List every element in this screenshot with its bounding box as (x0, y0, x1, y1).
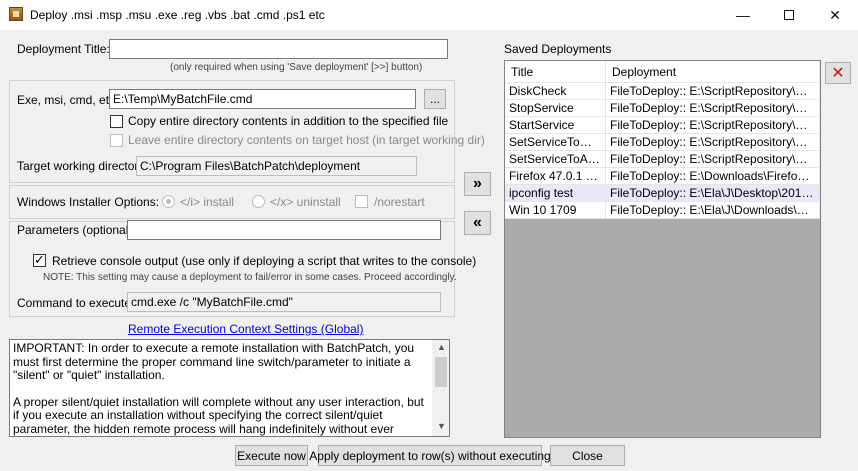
retrieve-output-checkbox[interactable] (33, 252, 46, 268)
table-row[interactable]: StartService FileToDeploy:: E:\ScriptRepo… (505, 117, 820, 134)
table-row[interactable]: Firefox 47.0.1 (x64) FileToDeploy:: E:\Do… (505, 168, 820, 185)
saved-deployments-label: Saved Deployments (504, 42, 612, 56)
install-radio[interactable] (162, 195, 175, 208)
install-radio-label: </i> install (180, 195, 235, 209)
parameters-input[interactable] (127, 220, 441, 240)
uninstall-radio[interactable] (252, 195, 265, 208)
cell-title[interactable]: Win 10 1709 (505, 202, 606, 218)
deployment-title-note: (only required when using 'Save deployme… (170, 62, 423, 73)
minimize-button[interactable]: — (720, 0, 766, 30)
cell-deployment[interactable]: FileToDeploy:: E:\ScriptRepository\Start… (606, 117, 820, 133)
copy-dir-label: Copy entire directory contents in additi… (128, 114, 449, 128)
close-button[interactable]: Close (550, 445, 625, 466)
cell-title[interactable]: Firefox 47.0.1 (x64) (505, 168, 606, 184)
exe-path-input[interactable]: E:\Temp\MyBatchFile.cmd (109, 89, 416, 109)
norestart-checkbox[interactable] (355, 195, 368, 208)
cell-deployment[interactable]: FileToDeploy:: E:\ScriptRepository\SetSe… (606, 134, 820, 150)
execute-now-button[interactable]: Execute now (235, 445, 308, 466)
table-row[interactable]: DiskCheck FileToDeploy:: E:\ScriptReposit… (505, 83, 820, 100)
deployment-title-label: Deployment Title: (17, 42, 110, 56)
cell-title[interactable]: SetServiceToMa... (505, 134, 606, 150)
cell-deployment[interactable]: FileToDeploy:: E:\Ela\J\Desktop\201708..… (606, 185, 820, 201)
cell-title[interactable]: ipconfig test (505, 185, 606, 201)
grid-header: Title Deployment (505, 61, 820, 83)
cell-deployment[interactable]: FileToDeploy:: E:\Downloads\Firefox Set.… (606, 168, 820, 184)
cell-title[interactable]: DiskCheck (505, 83, 606, 99)
leave-dir-checkbox[interactable] (110, 134, 123, 147)
scroll-thumb[interactable] (435, 357, 447, 387)
table-row[interactable]: StopService FileToDeploy:: E:\ScriptRepos… (505, 100, 820, 117)
column-header-title[interactable]: Title (505, 61, 606, 82)
save-deployment-button[interactable]: » (464, 172, 491, 196)
apply-deployment-button[interactable]: Apply deployment to row(s) without execu… (309, 445, 551, 466)
info-scrollbar[interactable]: ▲ ▼ (432, 340, 449, 436)
cell-deployment[interactable]: FileToDeploy:: E:\ScriptRepository\SetSe… (606, 151, 820, 167)
info-paragraph: IMPORTANT: In order to execute a remote … (13, 341, 415, 382)
retrieve-output-note: NOTE: This setting may cause a deploymen… (43, 272, 457, 283)
scroll-down-icon[interactable]: ▼ (433, 420, 449, 435)
cell-title[interactable]: SetServiceToAut... (505, 151, 606, 167)
deployment-title-input[interactable] (109, 39, 448, 59)
column-header-deployment[interactable]: Deployment (606, 61, 820, 82)
window-title: Deploy .msi .msp .msu .exe .reg .vbs .ba… (30, 8, 325, 22)
info-paragraph: A proper silent/quiet installation will … (13, 394, 424, 436)
cell-deployment[interactable]: FileToDeploy:: E:\Ela\J\Downloads\App... (606, 202, 820, 218)
browse-button[interactable]: ... (424, 89, 446, 109)
cell-deployment[interactable]: FileToDeploy:: E:\ScriptRepository\StopS… (606, 100, 820, 116)
saved-deployments-grid[interactable]: Title Deployment DiskCheck FileToDeploy::… (504, 60, 821, 438)
scroll-up-icon[interactable]: ▲ (433, 341, 449, 356)
command-label: Command to execute: (17, 296, 135, 310)
copy-dir-checkbox[interactable] (110, 115, 123, 128)
table-row[interactable]: Win 10 1709 FileToDeploy:: E:\Ela\J\Downl… (505, 202, 820, 219)
norestart-label: /norestart (374, 195, 425, 209)
load-deployment-button[interactable]: « (464, 211, 491, 235)
working-dir-input[interactable]: C:\Program Files\BatchPatch\deployment (136, 156, 417, 176)
cell-title[interactable]: StartService (505, 117, 606, 133)
table-row[interactable]: SetServiceToMa... FileToDeploy:: E:\Scrip… (505, 134, 820, 151)
leave-dir-label: Leave entire directory contents on targe… (128, 133, 485, 147)
app-icon (9, 7, 23, 21)
parameters-label: Parameters (optional): (17, 223, 136, 237)
working-dir-label: Target working directory: (17, 159, 148, 173)
cell-deployment[interactable]: FileToDeploy:: E:\ScriptRepository\DiskC… (606, 83, 820, 99)
cell-title[interactable]: StopService (505, 100, 606, 116)
table-row[interactable]: SetServiceToAut... FileToDeploy:: E:\Scri… (505, 151, 820, 168)
retrieve-output-label: Retrieve console output (use only if dep… (52, 254, 477, 268)
info-textarea[interactable]: IMPORTANT: In order to execute a remote … (9, 339, 450, 437)
installer-options-label: Windows Installer Options: (17, 195, 160, 209)
close-window-button[interactable]: ✕ (812, 0, 858, 30)
table-row[interactable]: ipconfig test FileToDeploy:: E:\Ela\J\Des… (505, 185, 820, 202)
uninstall-radio-label: </x> uninstall (270, 195, 341, 209)
exe-label: Exe, msi, cmd, etc: (17, 93, 119, 107)
title-bar: Deploy .msi .msp .msu .exe .reg .vbs .ba… (0, 0, 858, 30)
remote-execution-settings-link[interactable]: Remote Execution Context Settings (Globa… (128, 322, 363, 336)
command-input[interactable]: cmd.exe /c "MyBatchFile.cmd" (127, 292, 441, 312)
maximize-icon (784, 10, 794, 20)
maximize-button[interactable] (766, 0, 812, 30)
delete-deployment-button[interactable]: ✕ (825, 62, 851, 84)
